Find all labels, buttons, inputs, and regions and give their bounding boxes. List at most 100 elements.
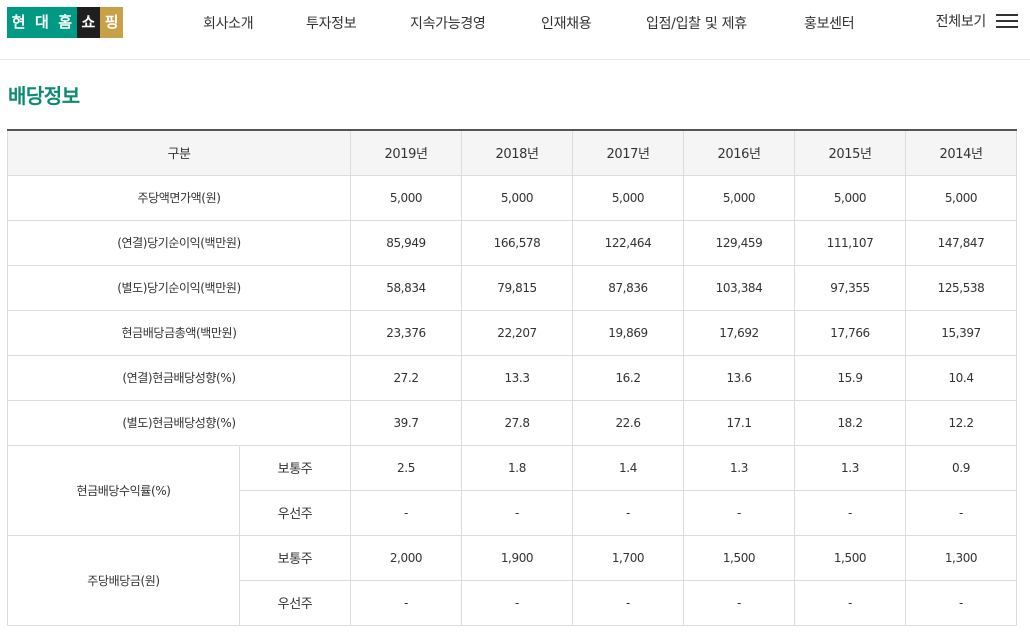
table-cell: 13.6 [683,354,795,401]
table-cell: 111,107 [794,219,906,266]
table-cell: 22,207 [461,309,573,356]
column-header-category: 구분 [7,130,351,176]
sub-row-label: 보통주 [239,444,351,491]
nav-item-partnership[interactable]: 입점/입찰 및 제휴 [646,13,747,33]
table-cell: 125,538 [905,264,1017,311]
view-all-label: 전체보기 [935,14,987,30]
row-label: 현금배당금총액(백만원) [7,309,351,356]
table-cell: 166,578 [461,219,573,266]
table-cell: 2.5 [350,444,462,491]
table-cell: 27.2 [350,354,462,401]
sub-row-label: 우선주 [239,489,351,536]
nav-item-company[interactable]: 회사소개 [203,13,254,33]
group-label: 주당배당금(원) [7,534,240,626]
row-label: (연결)당기순이익(백만원) [7,219,351,266]
table-cell: 1.3 [683,444,795,491]
table-cell: 10.4 [905,354,1017,401]
table-row: 주당배당금(원) 보통주 2,000 1,900 1,700 1,500 1,500 1,30… [7,534,1017,626]
column-header-year: 2018년 [461,130,573,176]
group-label: 현금배당수익률(%) [7,444,240,536]
nav-item-investor[interactable]: 투자정보 [306,13,357,33]
table-cell: 15.9 [794,354,906,401]
table-cell: 17.1 [683,399,795,446]
table-row: 주당액면가액(원) 5,000 5,000 5,000 5,000 5,000 5,000 [7,174,1017,221]
table-cell: 27.8 [461,399,573,446]
nav-item-pr-center[interactable]: 홍보센터 [804,13,855,33]
table-cell: 12.2 [905,399,1017,446]
table-cell: 5,000 [350,174,462,221]
sub-row-label: 우선주 [239,579,351,626]
table-cell: 1,300 [905,534,1017,581]
table-cell: 16.2 [572,354,684,401]
table-cell: 23,376 [350,309,462,356]
table-cell: 1,700 [572,534,684,581]
table-cell: 5,000 [905,174,1017,221]
table-cell: 147,847 [905,219,1017,266]
table-cell: 1.8 [461,444,573,491]
table-cell: 1,900 [461,534,573,581]
hamburger-menu-icon [996,13,1018,29]
table-cell: 1,500 [794,534,906,581]
table-cell: - [572,489,684,536]
table-cell: - [350,579,462,626]
table-cell: - [905,579,1017,626]
table-cell: 0.9 [905,444,1017,491]
table-cell: 13.3 [461,354,573,401]
table-cell: 122,464 [572,219,684,266]
table-cell: 129,459 [683,219,795,266]
table-cell: - [683,489,795,536]
table-cell: 18.2 [794,399,906,446]
table-cell: 17,692 [683,309,795,356]
table-cell: - [905,489,1017,536]
table-cell: 85,949 [350,219,462,266]
table-cell: - [794,579,906,626]
table-cell: 87,836 [572,264,684,311]
column-header-year: 2014년 [905,130,1017,176]
table-cell: - [794,489,906,536]
table-cell: 58,834 [350,264,462,311]
row-label: (별도)당기순이익(백만원) [7,264,351,311]
column-header-year: 2016년 [683,130,795,176]
table-cell: 5,000 [461,174,573,221]
row-label: 주당액면가액(원) [7,174,351,221]
table-cell: 97,355 [794,264,906,311]
table-cell: 2,000 [350,534,462,581]
table-cell: 5,000 [794,174,906,221]
table-cell: 19,869 [572,309,684,356]
column-header-year: 2015년 [794,130,906,176]
table-cell: 1.4 [572,444,684,491]
table-row: (연결)당기순이익(백만원) 85,949 166,578 122,464 129,45… [7,219,1017,266]
table-header-row: 구분 2019년 2018년 2017년 2016년 2015년 2014년 [7,130,1017,176]
table-row: 현금배당수익률(%) 보통주 2.5 1.8 1.4 1.3 1.3 0.9 [7,444,1017,536]
table-cell: 17,766 [794,309,906,356]
table-cell: 1,500 [683,534,795,581]
table-cell: - [572,579,684,626]
table-cell: 22.6 [572,399,684,446]
row-label: (별도)현금배당성향(%) [7,399,351,446]
column-header-year: 2017년 [572,130,684,176]
table-row: (별도)현금배당성향(%) 39.7 27.8 22.6 17.1 18.2 12.2 [7,399,1017,446]
view-all-menu-button[interactable]: 전체보기 [936,11,1018,31]
table-row: (연결)현금배당성향(%) 27.2 13.3 16.2 13.6 15.9 10.4 [7,354,1017,401]
table-cell: 79,815 [461,264,573,311]
table-row: (별도)당기순이익(백만원) 58,834 79,815 87,836 103,384 9… [7,264,1017,311]
table-row: 현금배당금총액(백만원) 23,376 22,207 19,869 17,692 17,7… [7,309,1017,356]
table-cell: 39.7 [350,399,462,446]
table-cell: 5,000 [572,174,684,221]
row-label: (연결)현금배당성향(%) [7,354,351,401]
table-cell: 103,384 [683,264,795,311]
table-cell: - [683,579,795,626]
table-cell: 15,397 [905,309,1017,356]
column-header-year: 2019년 [350,130,462,176]
nav-item-sustainability[interactable]: 지속가능경영 [410,13,486,33]
main-nav: 회사소개 투자정보 지속가능경영 인재채용 입점/입찰 및 제휴 홍보센터 전체… [0,0,1030,44]
sub-row-label: 보통주 [239,534,351,581]
table-cell: - [461,489,573,536]
site-header: 현대홈쇼핑 회사소개 투자정보 지속가능경영 인재채용 입점/입찰 및 제휴 홍… [0,0,1030,60]
table-cell: 1.3 [794,444,906,491]
table-cell: - [350,489,462,536]
nav-item-careers[interactable]: 인재채용 [541,13,592,33]
dividend-info-table: 구분 2019년 2018년 2017년 2016년 2015년 2014년 주… [7,129,1017,626]
page-title: 배당정보 [8,84,80,108]
table-cell: - [461,579,573,626]
